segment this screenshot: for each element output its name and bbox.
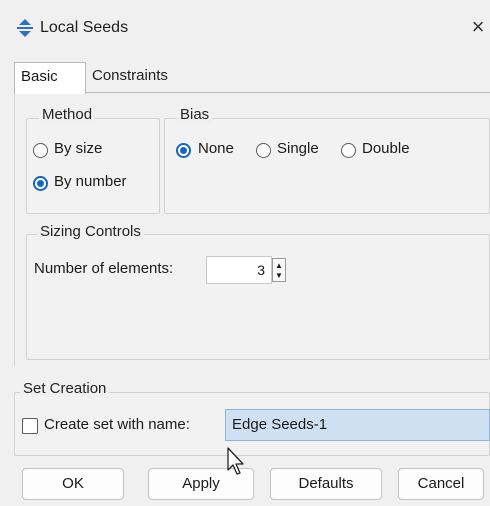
- sizing-controls-group: [26, 234, 490, 360]
- bias-group: [164, 118, 490, 214]
- spin-down-icon[interactable]: ▼: [273, 271, 285, 281]
- spin-up-icon[interactable]: ▲: [273, 261, 285, 271]
- bias-double-label[interactable]: Double: [362, 140, 410, 157]
- create-set-label[interactable]: Create set with name:: [44, 416, 190, 433]
- cancel-button[interactable]: Cancel: [398, 468, 484, 500]
- number-of-elements-input[interactable]: 3: [206, 256, 272, 284]
- ok-button[interactable]: OK: [22, 468, 124, 500]
- number-of-elements-label: Number of elements:: [34, 260, 174, 277]
- bias-single-label[interactable]: Single: [277, 140, 319, 157]
- set-name-input[interactable]: Edge Seeds-1: [225, 409, 490, 441]
- tab-basic[interactable]: Basic: [14, 62, 86, 94]
- number-spinner[interactable]: ▲ ▼: [272, 258, 286, 282]
- bias-double-radio[interactable]: [341, 143, 356, 158]
- defaults-button[interactable]: Defaults: [270, 468, 382, 500]
- method-by-size-radio[interactable]: [33, 143, 48, 158]
- mouse-cursor-icon: [227, 447, 244, 475]
- sizing-controls-legend: Sizing Controls: [37, 223, 144, 240]
- bias-none-label[interactable]: None: [198, 140, 234, 157]
- method-by-number-radio[interactable]: [33, 176, 48, 191]
- close-icon[interactable]: ×: [466, 13, 490, 41]
- bias-single-radio[interactable]: [256, 143, 271, 158]
- method-by-number-label[interactable]: By number: [54, 173, 127, 190]
- tab-constraints[interactable]: Constraints: [86, 62, 194, 92]
- seed-arrows-icon: [17, 19, 33, 37]
- method-group: [26, 118, 160, 214]
- bias-legend: Bias: [177, 106, 213, 123]
- window-title: Local Seeds: [40, 19, 129, 36]
- set-creation-legend: Set Creation: [20, 380, 110, 397]
- method-by-size-label[interactable]: By size: [54, 140, 102, 157]
- method-legend: Method: [39, 106, 96, 123]
- bias-none-radio[interactable]: [176, 143, 191, 158]
- create-set-checkbox[interactable]: [22, 418, 38, 434]
